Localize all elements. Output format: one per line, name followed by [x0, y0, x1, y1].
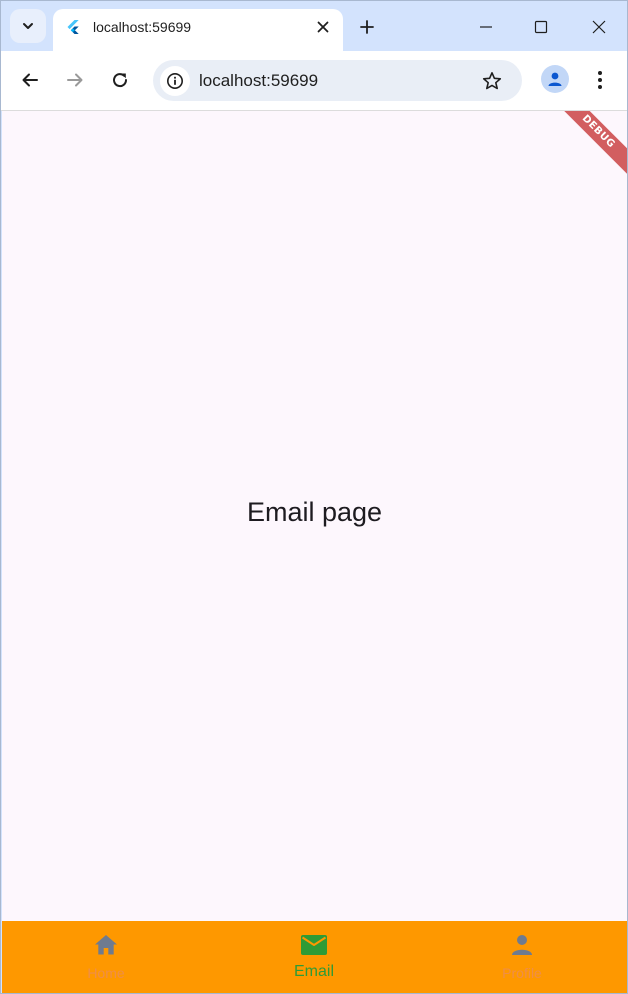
- nav-label-home: Home: [87, 965, 125, 981]
- browser-toolbar: localhost:59699: [1, 51, 627, 111]
- star-icon: [482, 72, 502, 90]
- close-icon: [317, 21, 329, 33]
- arrow-right-icon: [67, 73, 83, 87]
- maximize-button[interactable]: [521, 9, 561, 45]
- minimize-icon: [480, 26, 492, 28]
- app-viewport: Email page DEBUG Home Email Profile: [2, 111, 627, 993]
- profile-avatar-button[interactable]: [541, 65, 569, 93]
- person-icon: [548, 72, 562, 86]
- site-info-button[interactable]: [160, 66, 190, 96]
- flutter-icon: [67, 20, 79, 34]
- maximize-icon: [534, 20, 548, 34]
- tab-title: localhost:59699: [93, 19, 192, 35]
- browser-menu-button[interactable]: [583, 63, 617, 97]
- bookmark-button[interactable]: [479, 68, 505, 94]
- tab-strip: localhost:59699: [1, 1, 627, 51]
- bottom-navigation-bar: Home Email Profile: [2, 921, 627, 993]
- back-button[interactable]: [13, 63, 47, 97]
- more-vert-icon: [598, 71, 602, 89]
- nav-item-home[interactable]: Home: [2, 921, 210, 993]
- tab-close-button[interactable]: [311, 15, 335, 39]
- close-icon: [592, 20, 606, 34]
- reload-button[interactable]: [103, 63, 137, 97]
- minimize-button[interactable]: [466, 9, 506, 45]
- forward-button[interactable]: [58, 63, 92, 97]
- nav-label-profile: Profile: [502, 965, 542, 981]
- reload-icon: [113, 73, 128, 88]
- home-icon: [92, 931, 120, 959]
- browser-tab[interactable]: localhost:59699: [53, 9, 343, 51]
- info-icon: [167, 73, 183, 89]
- nav-label-email: Email: [293, 963, 334, 980]
- email-icon: [300, 931, 328, 959]
- nav-item-email[interactable]: Email: [210, 921, 418, 993]
- address-bar[interactable]: localhost:59699: [153, 60, 522, 101]
- person-icon: [508, 931, 536, 959]
- nav-item-profile[interactable]: Profile: [418, 921, 626, 993]
- browser-window: localhost:59699 localhost:59699 Email pa…: [0, 0, 628, 994]
- url-text: localhost:59699: [199, 71, 319, 90]
- arrow-left-icon: [22, 73, 38, 87]
- chevron-down-icon: [23, 23, 33, 29]
- new-tab-button[interactable]: [353, 13, 381, 41]
- debug-banner: DEBUG: [552, 111, 627, 178]
- window-close-button[interactable]: [579, 9, 619, 45]
- tab-search-button[interactable]: [10, 9, 46, 43]
- page-title: Email page: [246, 497, 383, 527]
- plus-icon: [360, 20, 374, 34]
